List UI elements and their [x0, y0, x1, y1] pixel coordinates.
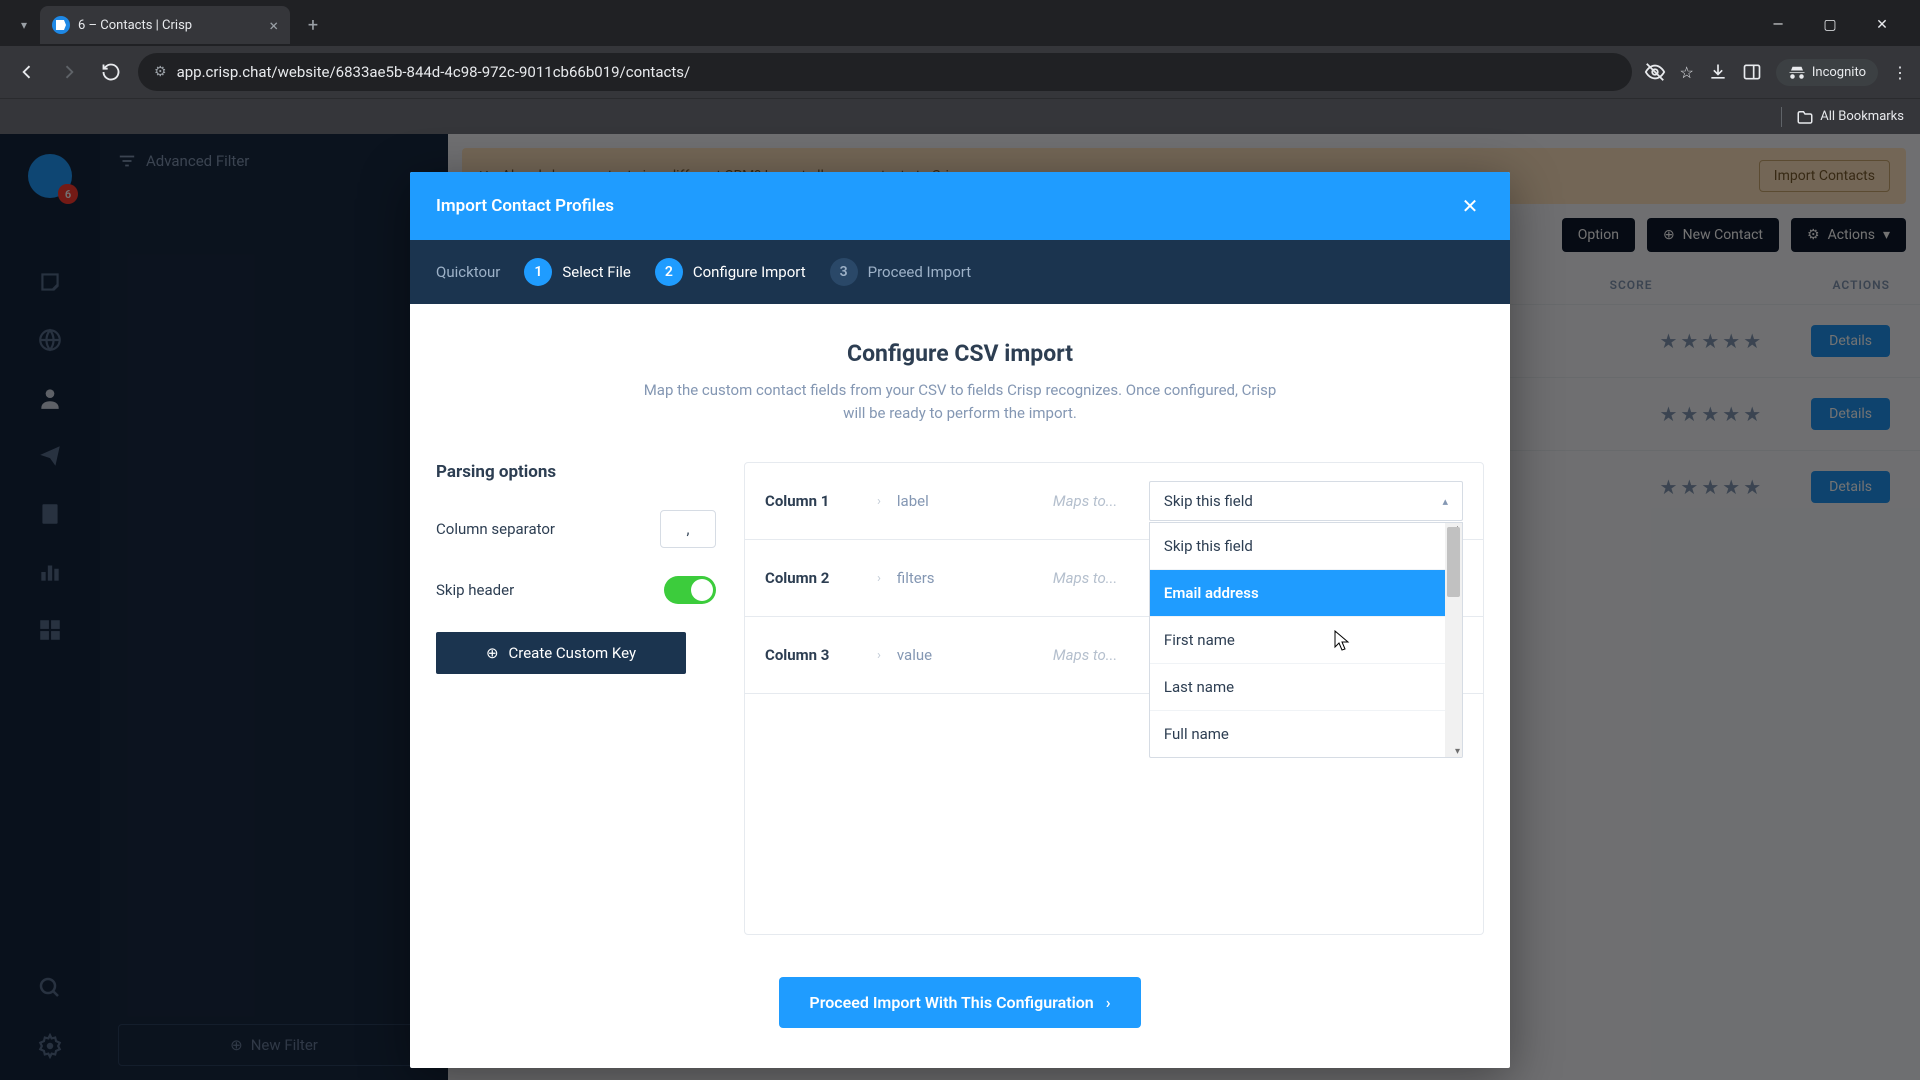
url-text: app.crisp.chat/website/6833ae5b-844d-4c9…	[177, 63, 691, 81]
tab-close-icon[interactable]: ×	[269, 16, 278, 35]
step-label: Select File	[562, 263, 630, 281]
column-name: Column 1	[765, 492, 861, 510]
modal-title: Import Contact Profiles	[436, 196, 614, 216]
maps-to-label: Maps to...	[1053, 646, 1133, 664]
dropdown-option-email[interactable]: Email address	[1150, 570, 1445, 617]
selected-value: Skip this field	[1164, 492, 1253, 510]
forward-button[interactable]	[54, 57, 84, 87]
body-subtitle: Map the custom contact fields from your …	[640, 379, 1280, 424]
step-label: Configure Import	[693, 263, 806, 281]
downloads-icon[interactable]	[1708, 62, 1728, 82]
tab-title: 6 – Contacts | Crisp	[78, 18, 192, 33]
browser-chrome: ▾ 6 – Contacts | Crisp × + — ▢ ✕ ⚙ app.c…	[0, 0, 1920, 134]
tab-bar: ▾ 6 – Contacts | Crisp × + — ▢ ✕	[0, 0, 1920, 46]
column-name: Column 3	[765, 646, 861, 664]
step-label: Proceed Import	[868, 263, 971, 281]
maps-to-label: Maps to...	[1053, 492, 1133, 510]
column-mapping: Column 1 › label Maps to... Skip this fi…	[744, 462, 1484, 935]
column-source-value: label	[897, 492, 1037, 510]
step-number: 3	[830, 258, 858, 286]
incognito-label: Incognito	[1812, 65, 1866, 80]
minimize-button[interactable]: —	[1756, 9, 1800, 41]
maps-to-label: Maps to...	[1053, 569, 1133, 587]
quicktour-link[interactable]: Quicktour	[436, 263, 500, 281]
maximize-button[interactable]: ▢	[1808, 9, 1852, 41]
body-title: Configure CSV import	[436, 340, 1484, 367]
mapping-row: Column 1 › label Maps to... Skip this fi…	[745, 463, 1483, 540]
step-number: 1	[524, 258, 552, 286]
scrollbar-thumb[interactable]	[1447, 527, 1460, 597]
column-source-value: value	[897, 646, 1037, 664]
create-custom-key-button[interactable]: ⊕ Create Custom Key	[436, 632, 686, 674]
caret-up-icon: ▴	[1442, 495, 1448, 508]
bookmarks-bar: All Bookmarks	[0, 98, 1920, 134]
dropdown-option-fullname[interactable]: Full name	[1150, 711, 1445, 757]
close-window-button[interactable]: ✕	[1860, 9, 1904, 41]
separator-input[interactable]	[660, 510, 716, 548]
separator-label: Column separator	[436, 520, 555, 538]
step-number: 2	[655, 258, 683, 286]
dropdown-option-firstname[interactable]: First name	[1150, 617, 1445, 664]
divider	[1781, 107, 1782, 127]
dropdown-scrollbar[interactable]: ▴ ▾	[1445, 523, 1462, 757]
new-tab-button[interactable]: +	[298, 10, 328, 40]
parsing-title: Parsing options	[436, 462, 716, 482]
tab-list-dropdown[interactable]: ▾	[8, 9, 40, 41]
skip-header-toggle[interactable]	[664, 576, 716, 604]
chevron-right-icon: ›	[877, 571, 881, 586]
all-bookmarks-label: All Bookmarks	[1820, 109, 1904, 124]
skip-header-label: Skip header	[436, 581, 514, 599]
modal-close-button[interactable]: ✕	[1456, 192, 1484, 220]
folder-icon	[1796, 109, 1814, 125]
import-modal: Import Contact Profiles ✕ Quicktour 1 Se…	[410, 172, 1510, 1068]
step-proceed-import[interactable]: 3 Proceed Import	[830, 258, 971, 286]
modal-footer: Proceed Import With This Configuration ›	[410, 977, 1510, 1068]
bookmark-star-icon[interactable]: ☆	[1680, 63, 1694, 82]
step-select-file[interactable]: 1 Select File	[524, 258, 630, 286]
incognito-icon	[1788, 65, 1806, 79]
reload-button[interactable]	[96, 57, 126, 87]
step-configure-import[interactable]: 2 Configure Import	[655, 258, 806, 286]
browser-tab[interactable]: 6 – Contacts | Crisp ×	[40, 6, 290, 44]
site-settings-icon[interactable]: ⚙	[154, 64, 167, 80]
incognito-indicator[interactable]: Incognito	[1776, 59, 1878, 86]
column-name: Column 2	[765, 569, 861, 587]
parsing-options: Parsing options Column separator Skip he…	[436, 462, 716, 935]
modal-steps: Quicktour 1 Select File 2 Configure Impo…	[410, 240, 1510, 304]
proceed-import-button[interactable]: Proceed Import With This Configuration ›	[779, 977, 1140, 1028]
back-button[interactable]	[12, 57, 42, 87]
nav-right: ☆ Incognito ⋮	[1644, 59, 1908, 86]
eye-off-icon[interactable]	[1644, 61, 1666, 83]
menu-icon[interactable]: ⋮	[1892, 63, 1908, 82]
modal-header: Import Contact Profiles ✕	[410, 172, 1510, 240]
field-dropdown: Skip this field Email address First name…	[1149, 522, 1463, 758]
crisp-favicon	[52, 16, 70, 34]
chevron-right-icon: ›	[1106, 993, 1111, 1012]
chevron-right-icon: ›	[877, 648, 881, 663]
dropdown-option-lastname[interactable]: Last name	[1150, 664, 1445, 711]
sidepanel-icon[interactable]	[1742, 62, 1762, 82]
dropdown-option-skip[interactable]: Skip this field	[1150, 523, 1445, 570]
plus-circle-icon: ⊕	[486, 644, 499, 662]
column-source-value: filters	[897, 569, 1037, 587]
create-key-label: Create Custom Key	[509, 644, 637, 662]
nav-bar: ⚙ app.crisp.chat/website/6833ae5b-844d-4…	[0, 46, 1920, 98]
url-bar[interactable]: ⚙ app.crisp.chat/website/6833ae5b-844d-4…	[138, 53, 1632, 91]
proceed-label: Proceed Import With This Configuration	[809, 993, 1093, 1012]
chevron-right-icon: ›	[877, 494, 881, 509]
window-controls: — ▢ ✕	[1756, 9, 1912, 41]
modal-body: Configure CSV import Map the custom cont…	[410, 304, 1510, 977]
scroll-down-icon[interactable]: ▾	[1455, 746, 1460, 757]
all-bookmarks-button[interactable]: All Bookmarks	[1796, 109, 1904, 125]
field-select[interactable]: Skip this field ▴ Skip this field Email …	[1149, 481, 1463, 521]
